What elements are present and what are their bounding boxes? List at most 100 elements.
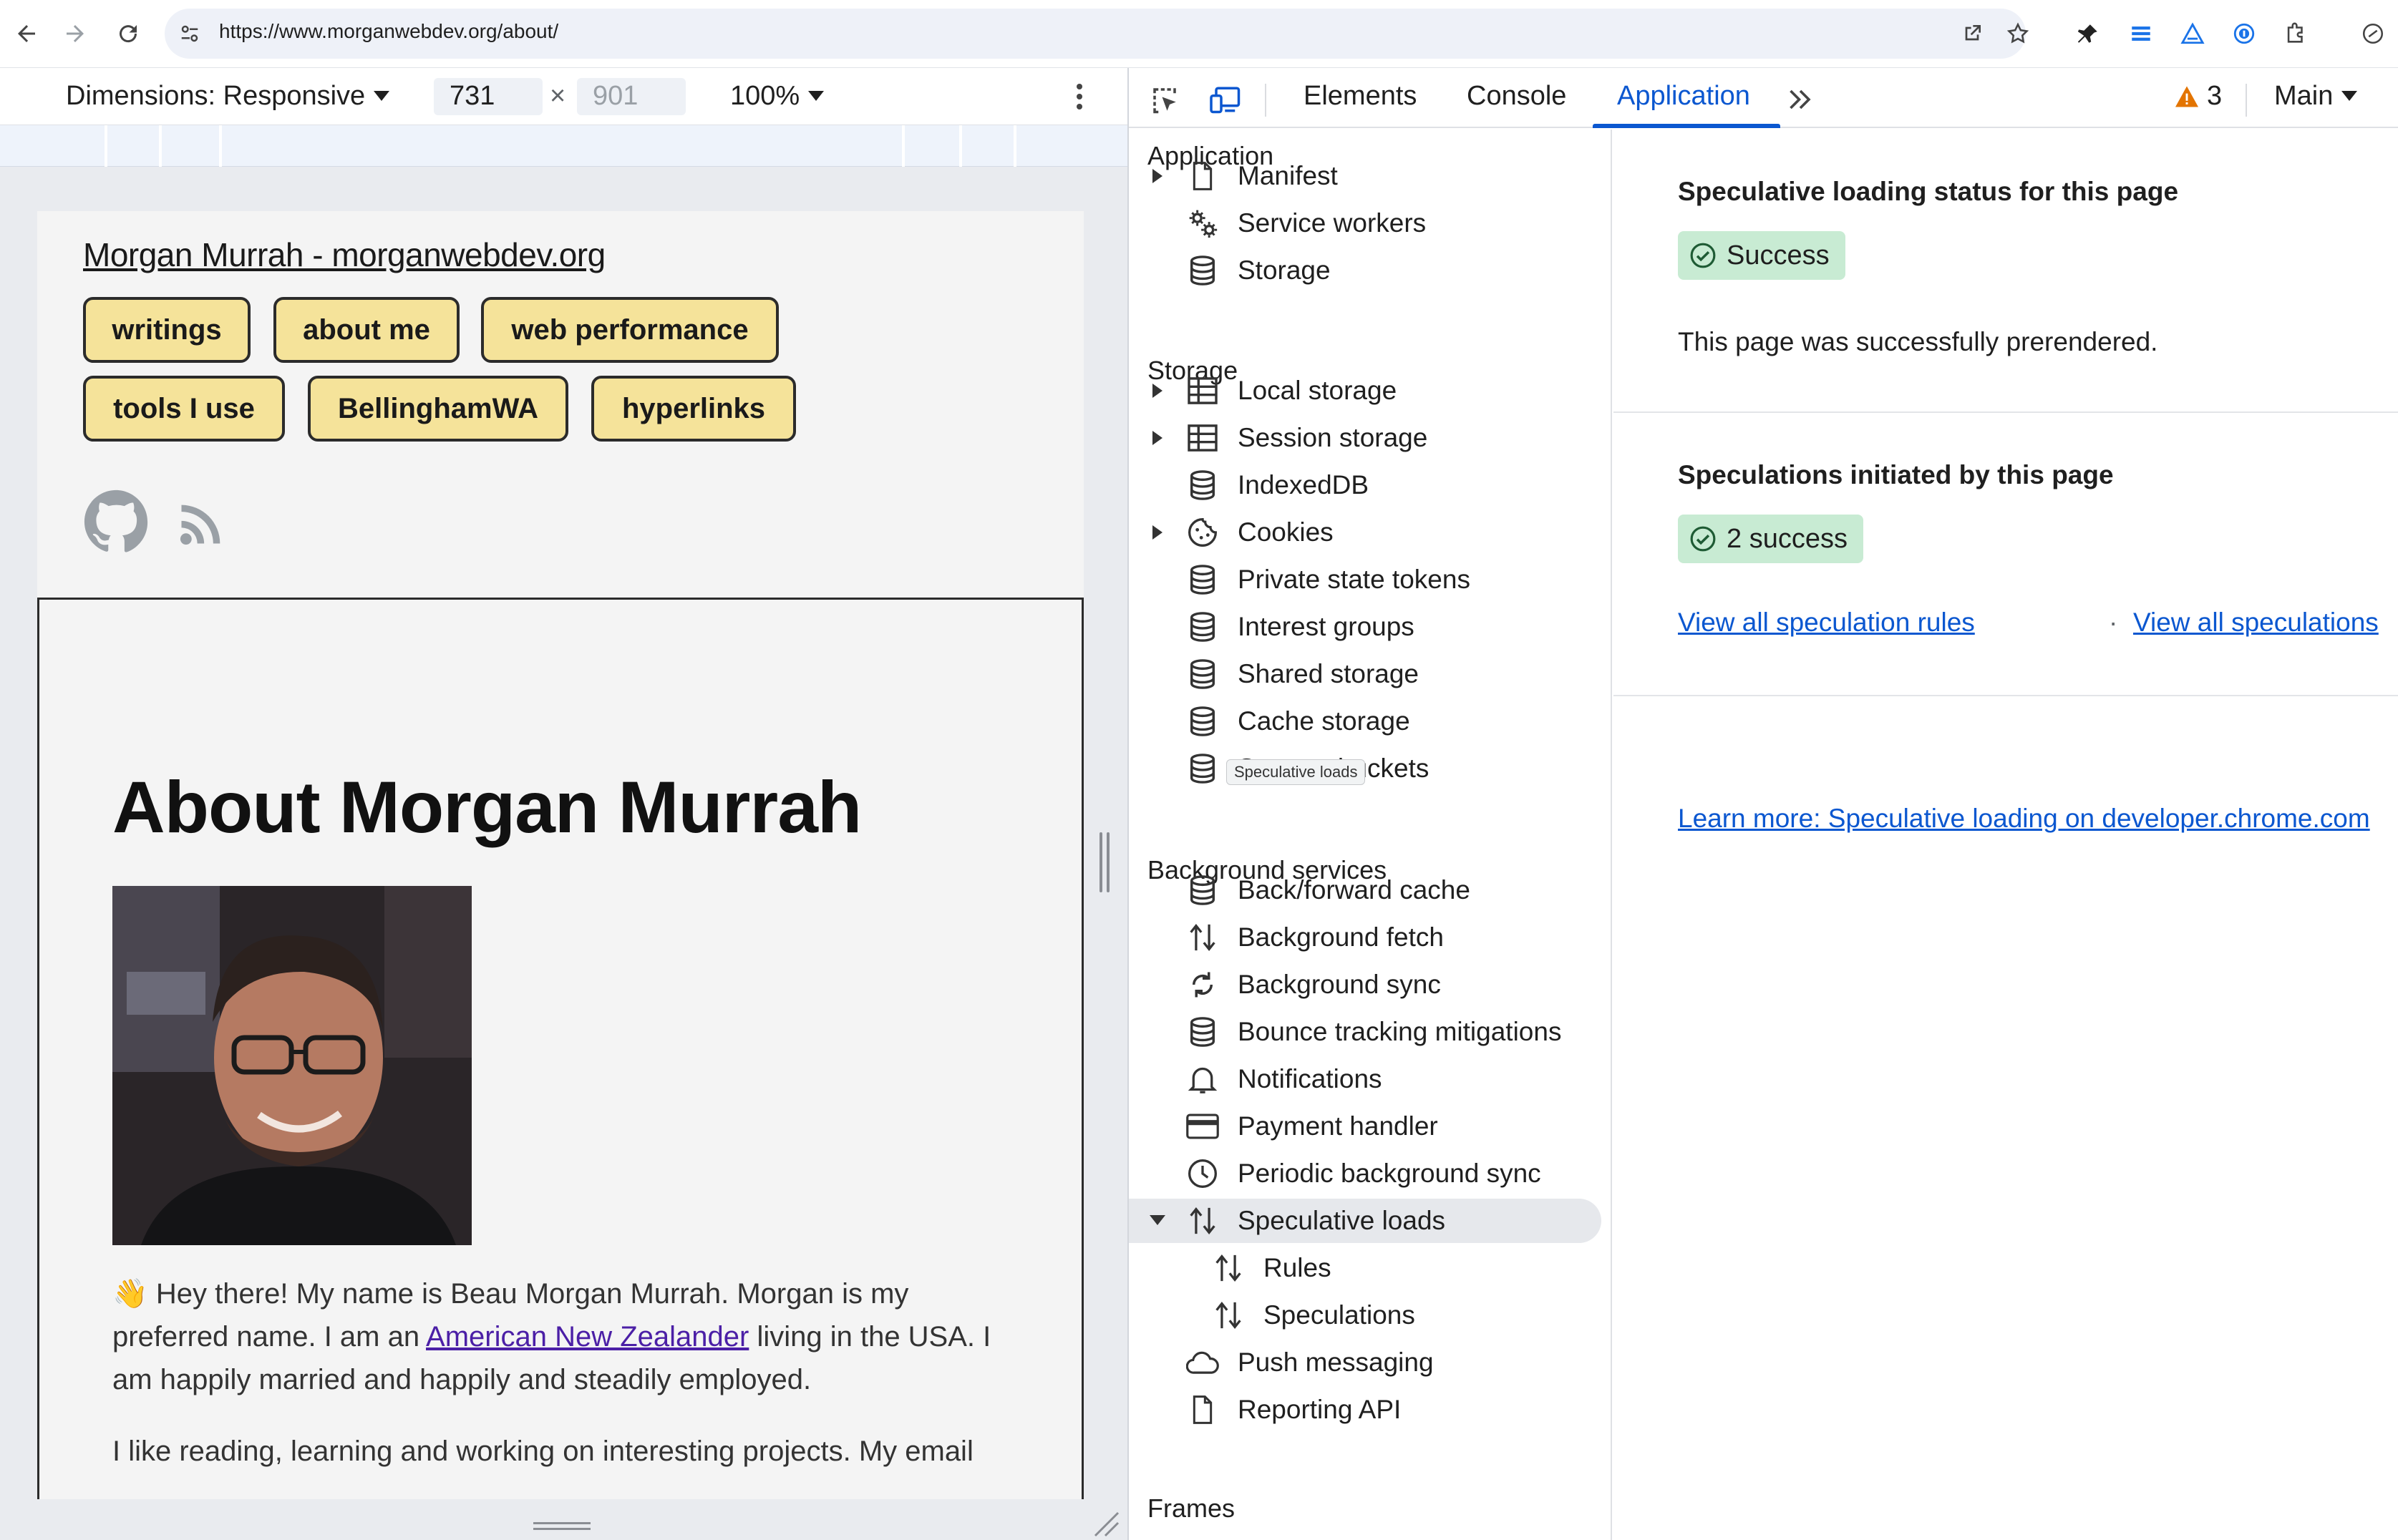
- up-down-arrows-icon: [1212, 1252, 1245, 1285]
- bookmark-star-icon[interactable]: [2001, 17, 2034, 50]
- sidebar-item-back-forward-cache[interactable]: Back/forward cache: [1129, 868, 1601, 912]
- profile-icon[interactable]: [2355, 16, 2391, 52]
- sidebar-item-label: Back/forward cache: [1238, 875, 1470, 905]
- bottom-resize-handle[interactable]: [533, 1521, 591, 1532]
- database-icon: [1186, 563, 1219, 596]
- sidebar-item-label: Session storage: [1238, 423, 1428, 452]
- viewport-height-input[interactable]: 901: [577, 78, 686, 115]
- sidebar-item-indexeddb[interactable]: IndexedDB: [1129, 463, 1601, 507]
- site-info-icon[interactable]: [172, 16, 208, 52]
- github-icon[interactable]: [83, 489, 149, 555]
- back-icon[interactable]: [9, 16, 44, 52]
- forward-icon[interactable]: [57, 16, 93, 52]
- corner-resize-handle[interactable]: [1091, 1509, 1120, 1537]
- warnings-counter[interactable]: 3: [2174, 81, 2222, 112]
- view-speculation-rules-link[interactable]: View all speculation rules: [1678, 608, 1975, 638]
- nav-web-performance[interactable]: web performance: [481, 297, 779, 363]
- device-toolbar-icon[interactable]: [1206, 79, 1246, 120]
- puzzle-extensions-icon[interactable]: [2278, 16, 2314, 52]
- database-icon: [1186, 254, 1219, 287]
- sidebar-item-background-fetch[interactable]: Background fetch: [1129, 915, 1601, 960]
- nav-bellinghamwa[interactable]: BellinghamWA: [308, 376, 568, 442]
- sidebar-item-private-state-tokens[interactable]: Private state tokens: [1129, 557, 1601, 602]
- sidebar-item-manifest[interactable]: Manifest: [1129, 154, 1601, 198]
- warnings-count: 3: [2207, 81, 2223, 111]
- speculations-success-badge: 2 success: [1678, 515, 1863, 563]
- up-down-arrows-icon: [1186, 921, 1219, 954]
- password-manager-icon[interactable]: [2226, 16, 2262, 52]
- sidebar-item-speculative-loads[interactable]: Speculative loads: [1129, 1199, 1601, 1243]
- dimensions-dropdown[interactable]: Dimensions: Responsive: [66, 81, 390, 112]
- sidebar-item-label: Bounce tracking mitigations: [1238, 1017, 1562, 1046]
- sidebar-item-storage-overview[interactable]: Storage: [1129, 248, 1601, 293]
- nav-about-me[interactable]: about me: [273, 297, 460, 363]
- sidebar-item-push-messaging[interactable]: Push messaging: [1129, 1340, 1601, 1385]
- expand-arrow-icon[interactable]: [1149, 524, 1166, 541]
- ruler-tick: [219, 125, 222, 167]
- sidebar-item-rules[interactable]: Rules: [1129, 1246, 1601, 1290]
- url-text[interactable]: https://www.morganwebdev.org/about/: [219, 20, 558, 43]
- sidebar-item-service-workers[interactable]: Service workers: [1129, 201, 1601, 245]
- sidebar-item-periodic-background-sync[interactable]: Periodic background sync: [1129, 1151, 1601, 1196]
- sidebar-item-payment-handler[interactable]: Payment handler: [1129, 1104, 1601, 1149]
- sidebar-item-cookies[interactable]: Cookies: [1129, 510, 1601, 555]
- view-speculations-link[interactable]: View all speculations: [2133, 608, 2379, 638]
- triangle-extension-icon[interactable]: [2175, 16, 2210, 52]
- expand-arrow-icon[interactable]: [1149, 167, 1166, 185]
- sidebar-item-interest-groups[interactable]: Interest groups: [1129, 605, 1601, 649]
- speculations-section: Speculations initiated by this page 2 su…: [1613, 413, 2398, 696]
- rss-icon[interactable]: [175, 496, 229, 550]
- nav-tools-i-use[interactable]: tools I use: [83, 376, 285, 442]
- site-title-link[interactable]: Morgan Murrah - morganwebdev.org: [83, 235, 606, 274]
- link-separator: ·: [2109, 608, 2118, 637]
- viewport-width-input[interactable]: 731: [434, 78, 543, 115]
- sidebar-item-label: Cookies: [1238, 517, 1334, 547]
- check-circle-icon: [1690, 526, 1716, 552]
- sidebar-item-label: Storage: [1238, 255, 1331, 285]
- expand-arrow-icon[interactable]: [1149, 429, 1166, 447]
- gears-icon: [1186, 207, 1219, 240]
- active-tab-indicator: [1593, 124, 1780, 128]
- sidebar-item-shared-storage[interactable]: Shared storage: [1129, 652, 1601, 696]
- ruler-tick: [159, 125, 162, 167]
- caret-down-icon: [374, 90, 390, 101]
- reload-icon[interactable]: [110, 16, 146, 52]
- more-tabs-chevron-icon[interactable]: [1780, 79, 1820, 120]
- learn-more-link[interactable]: Learn more: Speculative loading on devel…: [1678, 804, 2370, 834]
- tab-application[interactable]: Application: [1617, 81, 1750, 112]
- sidebar-item-notifications[interactable]: Notifications: [1129, 1057, 1601, 1101]
- table-grid-icon: [1186, 421, 1219, 454]
- pin-extension-icon[interactable]: [2070, 16, 2106, 52]
- caret-down-icon: [808, 90, 825, 101]
- sidebar-item-session-storage[interactable]: Session storage: [1129, 416, 1601, 460]
- list-extension-icon[interactable]: [2123, 16, 2159, 52]
- collapse-arrow-icon[interactable]: [1149, 1212, 1166, 1229]
- tab-console[interactable]: Console: [1467, 81, 1566, 112]
- address-bar[interactable]: https://www.morganwebdev.org/about/: [165, 9, 2029, 59]
- context-target-dropdown[interactable]: Main: [2274, 81, 2358, 112]
- sidebar-item-reporting-api[interactable]: Reporting API: [1129, 1388, 1601, 1432]
- zoom-dropdown[interactable]: 100%: [730, 81, 825, 112]
- sidebar-item-cache-storage[interactable]: Cache storage: [1129, 699, 1601, 744]
- warning-icon: [2175, 85, 2198, 107]
- sidebar-item-label: Private state tokens: [1238, 565, 1470, 594]
- sidebar-item-local-storage[interactable]: Local storage: [1129, 369, 1601, 413]
- nav-hyperlinks[interactable]: hyperlinks: [591, 376, 796, 442]
- sidebar-item-background-sync[interactable]: Background sync: [1129, 962, 1601, 1007]
- sidebar-item-bounce-tracking[interactable]: Bounce tracking mitigations: [1129, 1010, 1601, 1054]
- speculations-heading: Speculations initiated by this page: [1678, 460, 2114, 489]
- sidebar-item-speculations[interactable]: Speculations: [1129, 1293, 1601, 1337]
- viewport-resize-handle[interactable]: [1100, 832, 1110, 892]
- credit-card-icon: [1186, 1110, 1219, 1143]
- more-options-icon[interactable]: [1065, 78, 1094, 115]
- sidebar-item-label: Payment handler: [1238, 1111, 1438, 1141]
- open-in-window-icon[interactable]: [1956, 17, 1989, 50]
- expand-arrow-icon[interactable]: [1149, 382, 1166, 399]
- american-new-zealander-link[interactable]: American New Zealander: [426, 1321, 749, 1353]
- tab-elements[interactable]: Elements: [1304, 81, 1417, 112]
- sidebar-item-label: Interest groups: [1238, 612, 1414, 641]
- nav-writings[interactable]: writings: [83, 297, 251, 363]
- devtools-tabbar: Elements Console Application 3 Main: [1129, 68, 2398, 128]
- cloud-icon: [1186, 1346, 1219, 1379]
- inspect-element-icon[interactable]: [1145, 79, 1185, 120]
